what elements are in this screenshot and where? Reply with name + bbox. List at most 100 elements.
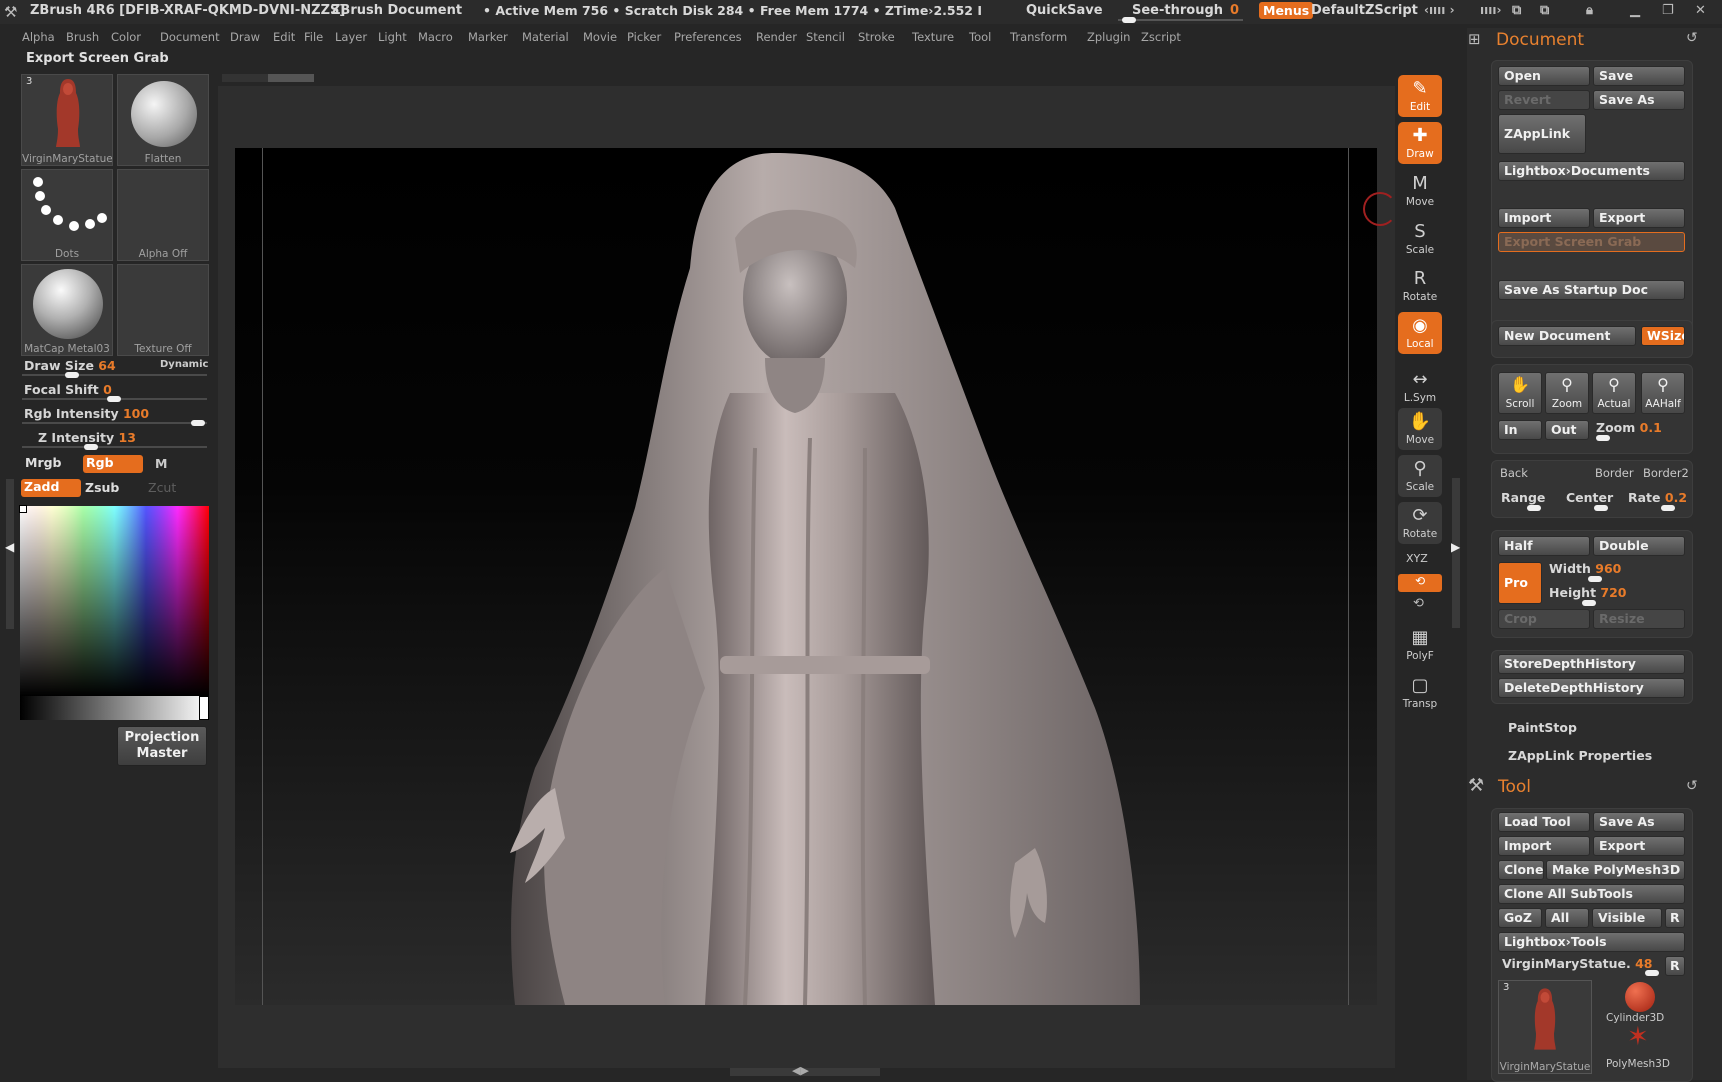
zadd-button[interactable]: Zadd	[21, 479, 81, 497]
border-color[interactable]: Border	[1595, 466, 1634, 480]
store-depth-history-button[interactable]: StoreDepthHistory	[1498, 654, 1685, 674]
back-color[interactable]: Back	[1500, 466, 1528, 480]
tool-import-button[interactable]: Import	[1498, 836, 1590, 856]
zapplink-button[interactable]: ZAppLink	[1498, 114, 1586, 154]
range-knob[interactable]	[1527, 505, 1541, 511]
document-canvas[interactable]	[235, 148, 1397, 1005]
canvas-scroll-left[interactable]	[222, 74, 270, 82]
lock-icon[interactable]: 🔒︎	[1586, 3, 1593, 18]
menu-edit[interactable]: Edit	[273, 30, 295, 44]
draw-size-track[interactable]	[22, 374, 207, 376]
width-slider[interactable]: Width 960	[1549, 561, 1621, 576]
gray-ramp[interactable]	[20, 696, 209, 720]
make-polymesh-button[interactable]: Make PolyMesh3D	[1546, 860, 1685, 880]
menu-layer[interactable]: Layer	[335, 30, 367, 44]
height-knob[interactable]	[1582, 600, 1596, 606]
crop-button[interactable]: Crop	[1498, 609, 1590, 629]
zcut-button[interactable]: Zcut	[148, 480, 176, 495]
see-through-knob[interactable]	[1122, 17, 1136, 23]
menu-document[interactable]: Document	[160, 30, 220, 44]
aahalf-button[interactable]: ⚲ AAHalf	[1641, 372, 1685, 414]
slider-icon[interactable]: ‹ıııı ›	[1424, 3, 1455, 17]
clone-all-subtools-button[interactable]: Clone All SubTools	[1498, 884, 1685, 904]
focal-shift-knob[interactable]	[107, 396, 121, 402]
rotate-view-button[interactable]: ⟳ Rotate	[1398, 502, 1442, 544]
new-document-button[interactable]: New Document	[1498, 326, 1636, 346]
quicksave-button[interactable]: QuickSave	[1026, 3, 1103, 18]
scroll-button[interactable]: ✋ Scroll	[1498, 372, 1542, 414]
save-button[interactable]: Save	[1593, 66, 1685, 86]
mrgb-button[interactable]: Mrgb	[21, 455, 85, 473]
menu-light[interactable]: Light	[378, 30, 407, 44]
color-picker[interactable]	[19, 505, 209, 696]
open-button[interactable]: Open	[1498, 66, 1590, 86]
tool-save-as-button[interactable]: Save As	[1593, 812, 1685, 832]
delete-depth-history-button[interactable]: DeleteDepthHistory	[1498, 678, 1685, 698]
save-as-button[interactable]: Save As	[1593, 90, 1685, 110]
menu-file[interactable]: File	[304, 30, 323, 44]
tool-thumb[interactable]: 3 VirginMaryStatue	[21, 74, 113, 166]
rate-knob[interactable]	[1661, 505, 1675, 511]
current-tool-r-button[interactable]: R	[1665, 956, 1685, 976]
menu-zscript[interactable]: Zscript	[1141, 30, 1181, 44]
canvas-scroll-thumb[interactable]	[268, 74, 314, 82]
left-tray-handle[interactable]	[6, 479, 14, 629]
rate-slider[interactable]: Rate 0.2	[1628, 490, 1687, 505]
z-intensity-track[interactable]	[22, 446, 207, 448]
move-mode-button[interactable]: M Move	[1398, 170, 1442, 212]
draw-size-slider[interactable]: Draw Size 64	[24, 358, 116, 373]
focal-shift-slider[interactable]: Focal Shift 0	[24, 382, 112, 397]
goz-button[interactable]: GoZ	[1498, 908, 1542, 928]
export-button[interactable]: Export	[1593, 208, 1685, 228]
cylinder3d-icon[interactable]	[1625, 982, 1655, 1012]
zoom-button[interactable]: ⚲ Zoom	[1545, 372, 1589, 414]
menus-button[interactable]: Menus	[1259, 2, 1314, 19]
half-button[interactable]: Half	[1498, 536, 1590, 556]
z-intensity-slider[interactable]: Z Intensity 13	[38, 430, 136, 445]
minimize-icon[interactable]: ▁	[1630, 3, 1640, 18]
load-tool-button[interactable]: Load Tool	[1498, 812, 1590, 832]
zsub-button[interactable]: Zsub	[85, 480, 119, 495]
menu-macro[interactable]: Macro	[418, 30, 453, 44]
m-button[interactable]: M	[155, 456, 167, 471]
save-startup-doc-button[interactable]: Save As Startup Doc	[1498, 280, 1685, 300]
zapplink-properties-subpalette[interactable]: ZAppLink Properties	[1508, 748, 1652, 763]
goz-visible-button[interactable]: Visible	[1592, 908, 1662, 928]
collapse-left-icon[interactable]: ◀	[5, 540, 14, 554]
polymesh3d-label[interactable]: PolyMesh3D	[1606, 1058, 1670, 1070]
wsize-button[interactable]: WSize	[1641, 326, 1685, 346]
z-intensity-knob[interactable]	[84, 444, 98, 450]
color-picker-cursor[interactable]	[19, 505, 27, 513]
zoom-in-button[interactable]: In	[1498, 420, 1542, 440]
rgb-intensity-track[interactable]	[22, 422, 207, 424]
draw-size-knob[interactable]	[65, 372, 79, 378]
move-view-button[interactable]: ✋ Move	[1398, 408, 1442, 450]
border2-color[interactable]: Border2	[1643, 466, 1689, 480]
paintstop-subpalette[interactable]: PaintStop	[1508, 720, 1577, 735]
zoom-slider-knob[interactable]	[1596, 435, 1610, 441]
menu-zplugin[interactable]: Zplugin	[1087, 30, 1130, 44]
default-zscript-button[interactable]: DefaultZScript	[1311, 3, 1418, 18]
close-icon[interactable]: ✕	[1695, 3, 1706, 18]
transp-button[interactable]: ▢ Transp	[1398, 672, 1442, 714]
rgb-intensity-knob[interactable]	[191, 420, 205, 426]
menu-brush[interactable]: Brush	[66, 30, 99, 44]
document-reset-icon[interactable]: ↺	[1686, 30, 1698, 46]
scroll-arrows-icon[interactable]: ◀▶	[792, 1064, 809, 1077]
menu-material[interactable]: Material	[522, 30, 569, 44]
document-title[interactable]: Document	[1496, 30, 1584, 50]
scale-mode-button[interactable]: S Scale	[1398, 218, 1442, 260]
export-screen-grab-button[interactable]: Export Screen Grab	[1498, 232, 1685, 252]
menu-color[interactable]: Color	[111, 30, 141, 44]
menu-tool[interactable]: Tool	[969, 30, 991, 44]
menu-transform[interactable]: Transform	[1010, 30, 1067, 44]
polymesh3d-icon[interactable]: ✶	[1627, 1024, 1649, 1050]
edit-button[interactable]: ✎ Edit	[1398, 75, 1442, 117]
menu-render[interactable]: Render	[756, 30, 797, 44]
menu-alpha[interactable]: Alpha	[22, 30, 55, 44]
lightbox-tools-button[interactable]: Lightbox›Tools	[1498, 932, 1685, 952]
center-knob[interactable]	[1594, 505, 1608, 511]
pro-button[interactable]: Pro	[1498, 562, 1542, 604]
zoom-out-button[interactable]: Out	[1545, 420, 1589, 440]
slider2-icon[interactable]: ıııı›	[1480, 3, 1501, 17]
